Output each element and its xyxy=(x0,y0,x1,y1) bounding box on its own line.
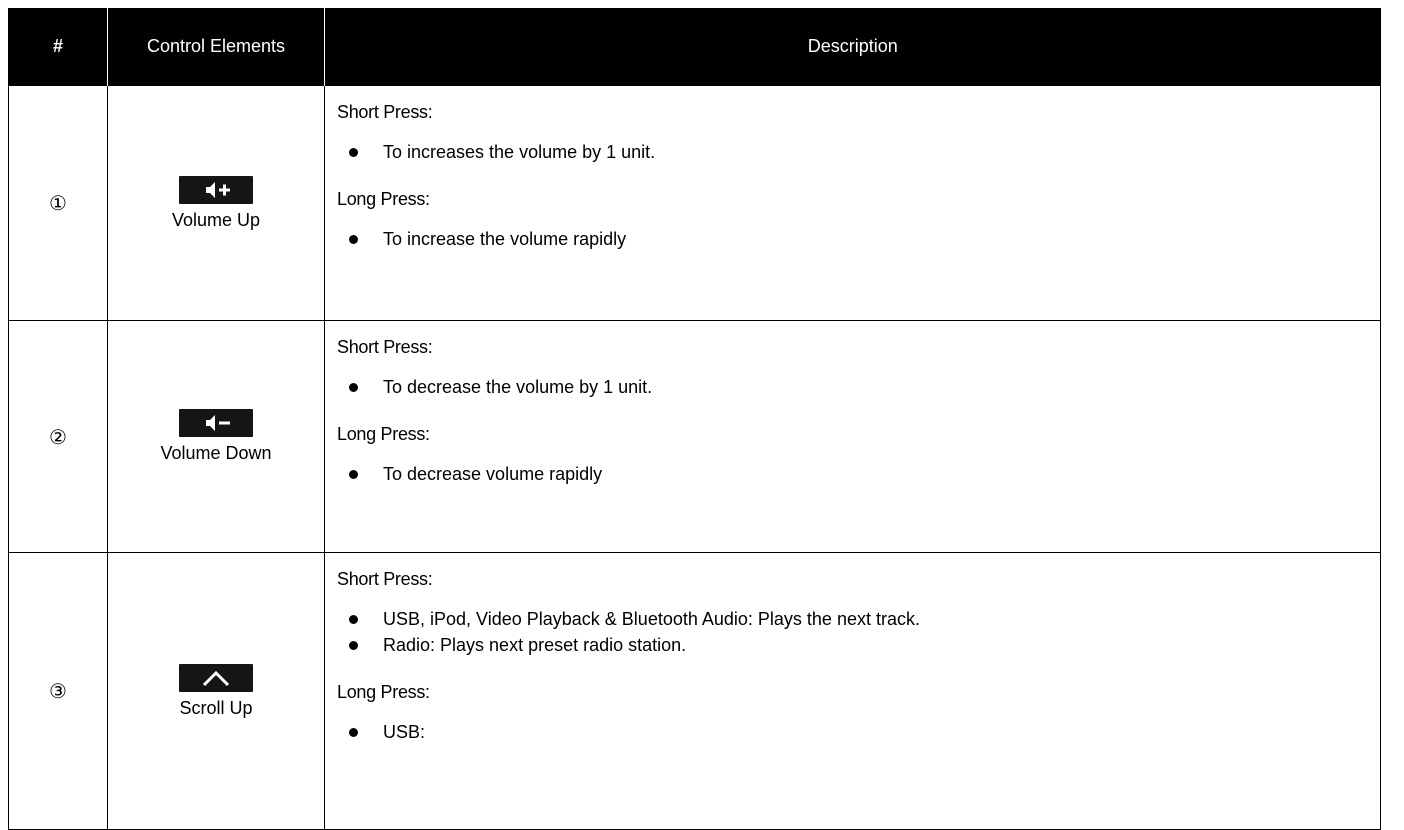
list-item: USB, iPod, Video Playback & Bluetooth Au… xyxy=(337,606,1380,632)
short-press-title: Short Press: xyxy=(337,569,433,589)
scroll-up-icon xyxy=(179,663,253,692)
list-item: To decrease volume rapidly xyxy=(337,461,1380,487)
description-cell: Short Press: To decrease the volume by 1… xyxy=(324,320,1381,553)
header-row: # Control Elements Description xyxy=(8,8,1381,86)
table-row: ③ Scroll Up Short Press: USB, iPod, Vide… xyxy=(8,552,1381,830)
short-press-list: USB, iPod, Video Playback & Bluetooth Au… xyxy=(337,606,1380,658)
list-item: USB: xyxy=(337,719,1380,745)
short-press-list: To increases the volume by 1 unit. xyxy=(337,139,1380,165)
row-number: ① xyxy=(8,85,108,321)
short-press-title: Short Press: xyxy=(337,337,433,357)
table-row: ① Volume Up Short Press: To increases th… xyxy=(8,85,1381,321)
list-item: To decrease the volume by 1 unit. xyxy=(337,374,1380,400)
row-number: ③ xyxy=(8,552,108,830)
short-press-list: To decrease the volume by 1 unit. xyxy=(337,374,1380,400)
list-item: To increases the volume by 1 unit. xyxy=(337,139,1380,165)
header-num: # xyxy=(8,8,108,86)
long-press-title: Long Press: xyxy=(337,682,430,702)
long-press-title: Long Press: xyxy=(337,189,430,209)
long-press-list: USB: xyxy=(337,719,1380,745)
row-number: ② xyxy=(8,320,108,553)
list-item: To increase the volume rapidly xyxy=(337,226,1380,252)
short-press-title: Short Press: xyxy=(337,102,433,122)
control-cell: Scroll Up xyxy=(107,552,325,830)
list-item: Radio: Plays next preset radio station. xyxy=(337,632,1380,658)
control-label: Volume Up xyxy=(171,209,261,230)
volume-down-icon xyxy=(179,409,253,437)
description-cell: Short Press: USB, iPod, Video Playback &… xyxy=(324,552,1381,830)
control-cell: Volume Down xyxy=(107,320,325,553)
control-cell: Volume Up xyxy=(107,85,325,321)
controls-table: # Control Elements Description ① Volume … xyxy=(8,8,1381,830)
table-row: ② Volume Down Short Press: To decrease t… xyxy=(8,320,1381,553)
description-cell: Short Press: To increases the volume by … xyxy=(324,85,1381,321)
header-description: Description xyxy=(324,8,1381,86)
volume-up-icon xyxy=(179,175,253,204)
long-press-list: To increase the volume rapidly xyxy=(337,226,1380,252)
long-press-list: To decrease volume rapidly xyxy=(337,461,1380,487)
header-control-elements: Control Elements xyxy=(107,8,325,86)
control-label: Scroll Up xyxy=(179,697,253,718)
long-press-title: Long Press: xyxy=(337,424,430,444)
control-label: Volume Down xyxy=(160,443,272,463)
